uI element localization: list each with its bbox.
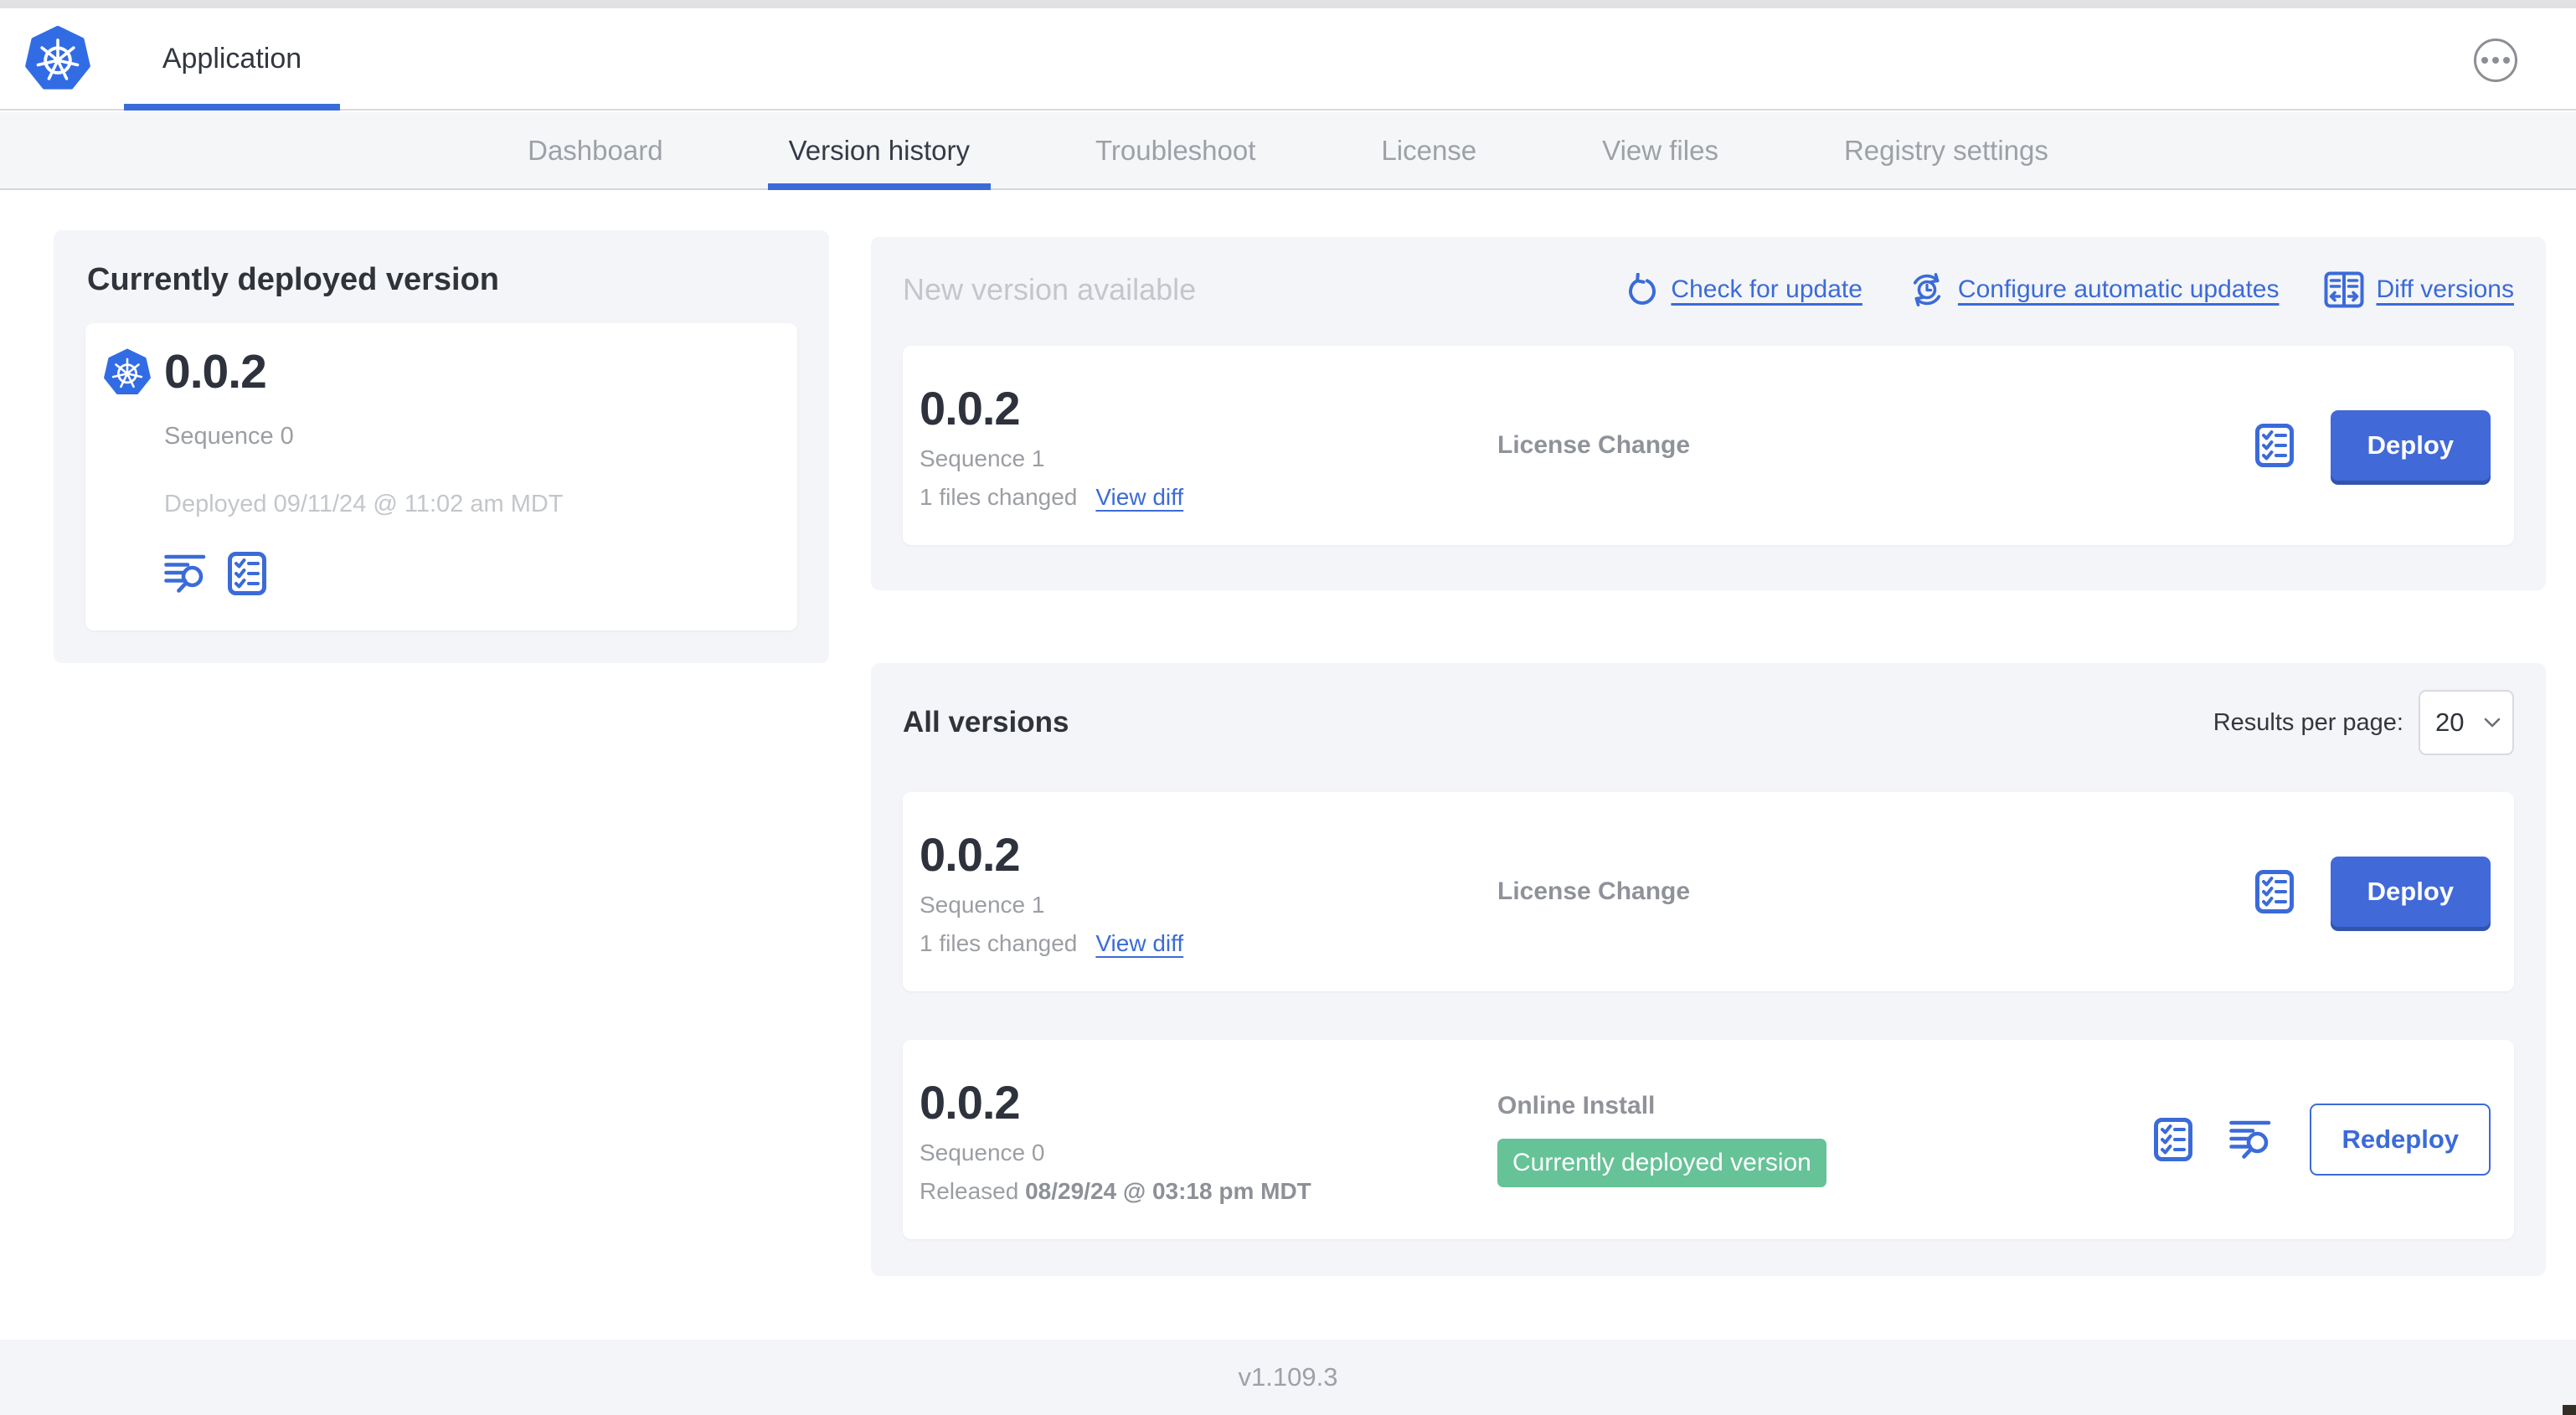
- tab-view-files[interactable]: View files: [1581, 112, 1739, 188]
- tab-version-history[interactable]: Version history: [767, 112, 992, 190]
- version-sequence: Sequence 1: [920, 891, 1045, 918]
- checklist-icon[interactable]: [2255, 424, 2294, 467]
- app-header: Application: [0, 8, 2576, 111]
- all-versions-panel: All versions Results per page: 20 0.0.2 …: [871, 663, 2546, 1276]
- chevron-down-icon: [2484, 718, 2501, 728]
- configure-automatic-updates-link[interactable]: Configure automatic updates: [1908, 270, 2279, 309]
- currently-deployed-card: 0.0.2 Sequence 0 Deployed 09/11/24 @ 11:…: [85, 323, 797, 630]
- deploy-button[interactable]: Deploy: [2330, 410, 2491, 481]
- more-options-button[interactable]: [2474, 39, 2517, 82]
- deployed-version-number: 0.0.2: [164, 345, 267, 399]
- clock-sync-icon: [1908, 270, 1946, 309]
- files-changed: 1 files changed: [920, 483, 1078, 510]
- version-number: 0.0.2: [920, 381, 1021, 435]
- currently-deployed-title: Currently deployed version: [87, 262, 500, 297]
- console-version: v1.109.3: [1238, 1362, 1338, 1392]
- version-source: Online Install: [1497, 1092, 1656, 1119]
- tab-license[interactable]: License: [1360, 112, 1497, 188]
- new-version-panel: New version available Check for update C…: [871, 237, 2546, 590]
- redeploy-button[interactable]: Redeploy: [2310, 1104, 2491, 1176]
- version-row: 0.0.2 Sequence 0 Released 08/29/24 @ 03:…: [903, 1040, 2514, 1239]
- diff-columns-icon: [2324, 271, 2364, 308]
- deployed-timestamp: Deployed 09/11/24 @ 11:02 am MDT: [164, 491, 564, 517]
- version-sequence: Sequence 0: [920, 1139, 1045, 1165]
- released-timestamp: Released 08/29/24 @ 03:18 pm MDT: [920, 1177, 1311, 1204]
- app-nav-tab[interactable]: Application: [124, 8, 340, 111]
- currently-deployed-panel: Currently deployed version 0.0.2 Sequenc…: [54, 230, 829, 663]
- footer: v1.109.3: [0, 1340, 2576, 1415]
- results-per-page-select[interactable]: 20: [2419, 690, 2514, 755]
- version-number: 0.0.2: [920, 827, 1021, 881]
- checklist-icon[interactable]: [228, 552, 266, 595]
- deployed-sequence: Sequence 0: [164, 423, 294, 450]
- top-strip: [0, 0, 2576, 8]
- secondary-nav: Dashboard Version history Troubleshoot L…: [0, 112, 2576, 190]
- version-sequence: Sequence 1: [920, 445, 1045, 471]
- files-changed: 1 files changed: [920, 929, 1078, 956]
- results-per-page-label: Results per page:: [2213, 708, 2403, 736]
- kubernetes-logo-icon: [104, 347, 151, 396]
- deploy-button[interactable]: Deploy: [2330, 857, 2491, 927]
- view-diff-link[interactable]: View diff: [1095, 930, 1183, 957]
- kots-admin-console: Application Dashboard Version history Tr…: [0, 0, 2576, 1415]
- version-row: 0.0.2 Sequence 1 1 files changed View di…: [903, 792, 2514, 991]
- version-source: License Change: [1497, 877, 1691, 905]
- view-diff-link[interactable]: View diff: [1095, 484, 1183, 511]
- version-source: License Change: [1497, 431, 1691, 459]
- ellipsis-icon: [2481, 57, 2488, 64]
- checklist-icon[interactable]: [2255, 870, 2294, 913]
- view-logs-icon[interactable]: [164, 553, 208, 594]
- all-versions-title: All versions: [903, 706, 1069, 738]
- new-version-card: 0.0.2 Sequence 1 1 files changed View di…: [903, 346, 2514, 545]
- kubernetes-logo-icon: [25, 23, 90, 92]
- screen-corner-artifact: [2563, 1405, 2576, 1415]
- tab-troubleshoot[interactable]: Troubleshoot: [1074, 112, 1276, 188]
- tab-registry-settings[interactable]: Registry settings: [1823, 112, 2069, 188]
- tab-dashboard[interactable]: Dashboard: [507, 112, 683, 188]
- main-content: Currently deployed version 0.0.2 Sequenc…: [0, 192, 2576, 1340]
- diff-versions-link[interactable]: Diff versions: [2324, 271, 2514, 308]
- version-number: 0.0.2: [920, 1075, 1021, 1129]
- view-logs-icon[interactable]: [2229, 1119, 2273, 1160]
- app-title: Application: [162, 42, 302, 75]
- currently-deployed-badge: Currently deployed version: [1497, 1139, 1826, 1187]
- new-version-title: New version available: [903, 272, 1197, 306]
- check-for-update-link[interactable]: Check for update: [1625, 273, 1862, 306]
- refresh-icon: [1625, 273, 1659, 306]
- checklist-icon[interactable]: [2154, 1118, 2192, 1161]
